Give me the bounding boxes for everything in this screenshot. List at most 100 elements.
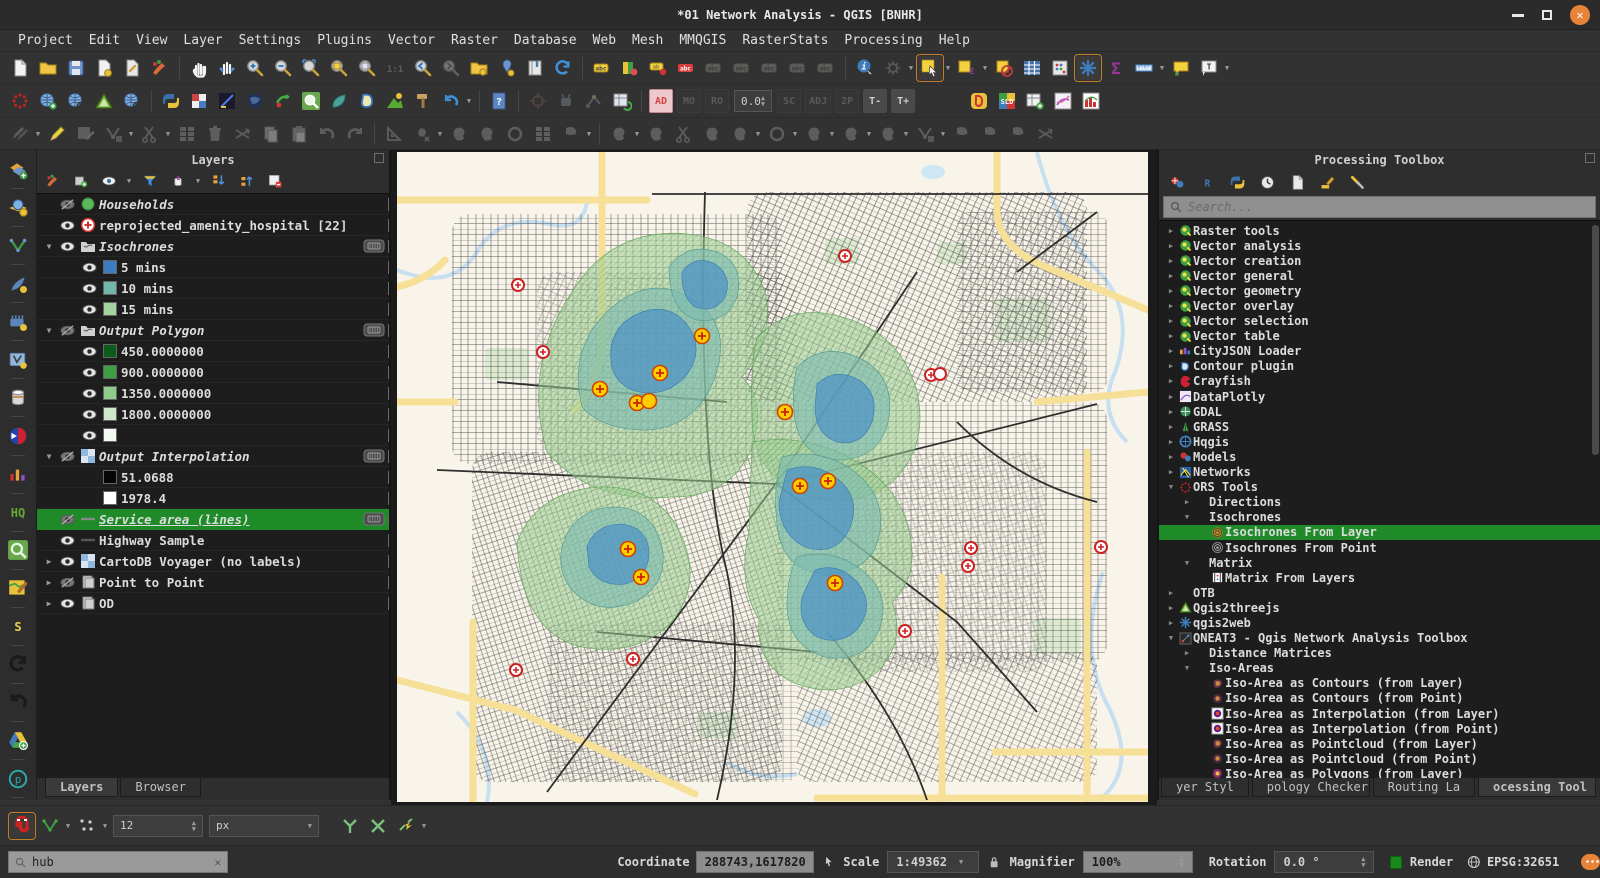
zoom-to-layer-icon[interactable] (355, 56, 379, 80)
snapping-mode-icon[interactable] (38, 814, 62, 838)
menu-help[interactable]: Help (931, 31, 978, 50)
algorithm-cityjson-loader[interactable]: ▶CityJSON Loader (1159, 344, 1600, 359)
split-features-dropdown-arrow[interactable]: ▼ (902, 122, 910, 146)
snapping-mode-dropdown-arrow[interactable]: ▼ (64, 814, 72, 838)
algorithm-vector-overlay[interactable]: ▶Vector overlay (1159, 298, 1600, 313)
expand-arrow[interactable]: ▼ (41, 242, 57, 251)
measure-dropdown-arrow[interactable]: ▼ (1158, 56, 1166, 80)
layer-item-900-0000000[interactable]: 900.0000000 (37, 362, 389, 383)
scrollbar[interactable] (1592, 225, 1599, 455)
visibility-checkbox[interactable] (57, 324, 77, 337)
highlight-labels-icon[interactable]: abc (674, 56, 698, 80)
expand-arrow[interactable]: ▼ (41, 326, 57, 335)
s-plugin-icon[interactable]: S (4, 613, 32, 640)
expand-arrow[interactable]: ▶ (1165, 317, 1177, 325)
python-console-icon[interactable] (159, 89, 183, 113)
manage-map-themes-icon[interactable] (99, 171, 119, 191)
zoom-out-icon[interactable] (271, 56, 295, 80)
add-web-layer-icon[interactable] (36, 89, 60, 113)
expand-arrow[interactable]: ▶ (41, 599, 57, 608)
history-icon[interactable] (1257, 172, 1277, 192)
statistical-summary-icon[interactable]: Σ (1104, 56, 1128, 80)
collapse-all-icon[interactable] (237, 171, 257, 191)
algorithm-isochrones-from-layer[interactable]: Isochrones From Layer (1159, 525, 1600, 540)
map-canvas[interactable] (397, 152, 1148, 802)
visibility-checkbox[interactable] (57, 534, 77, 547)
r-scripts-button[interactable]: R (1197, 172, 1217, 192)
hqgis-plugin-icon[interactable]: HQ (4, 499, 32, 526)
algorithm-iso-area-as-polygons-from-layer-[interactable]: Iso-Area as Polygons (from Layer) (1159, 766, 1600, 778)
layer-item-1978-4[interactable]: 1978.4 (37, 488, 389, 509)
menu-raster[interactable]: Raster (443, 31, 506, 50)
field-calculator-icon[interactable] (1048, 56, 1072, 80)
select-by-expression-dropdown-arrow[interactable]: ▼ (981, 56, 989, 80)
expand-arrow[interactable]: ▼ (1181, 664, 1193, 672)
algorithm-iso-area-as-pointcloud-from-point-[interactable]: Iso-Area as Pointcloud (from Point) (1159, 751, 1600, 766)
visibility-checkbox[interactable] (57, 240, 77, 253)
layer-item-isochrones[interactable]: ▼Isochrones (37, 236, 389, 257)
filter-legend-icon[interactable] (140, 171, 160, 191)
expand-arrow[interactable]: ▼ (1165, 634, 1177, 642)
algorithm-dataplotly[interactable]: ▶DataPlotly (1159, 389, 1600, 404)
refresh-map-icon[interactable] (551, 56, 575, 80)
layer-item-10-mins[interactable]: 10 mins (37, 278, 389, 299)
layer-item-1800-0000000[interactable]: 1800.0000000 (37, 404, 389, 425)
magnifier-spinbox[interactable]: 100%▲▼ (1083, 851, 1193, 873)
visibility-checkbox[interactable] (79, 387, 99, 400)
self-snapping-icon[interactable] (394, 814, 418, 838)
qgis2threejs-icon[interactable] (92, 89, 116, 113)
undo-geometry-dropdown-arrow[interactable]: ▼ (465, 89, 473, 113)
crs-status[interactable]: EPSG:32651 (1487, 855, 1559, 869)
open-attribute-table-icon[interactable] (1020, 56, 1044, 80)
text-annotation-dropdown-arrow[interactable]: ▼ (1223, 56, 1231, 80)
menu-view[interactable]: View (128, 31, 175, 50)
layer-item-51-0688[interactable]: 51.0688 (37, 467, 389, 488)
layer-item-blank[interactable] (37, 425, 389, 446)
help-contents-icon[interactable]: ? (487, 89, 511, 113)
algorithm-vector-creation[interactable]: ▶Vector creation (1159, 253, 1600, 268)
project-properties-icon[interactable] (120, 56, 144, 80)
menu-layer[interactable]: Layer (175, 31, 230, 50)
zoom-full-icon[interactable] (299, 56, 323, 80)
expand-arrow[interactable]: ▼ (1181, 559, 1193, 567)
coordinate-input[interactable]: 288743,1617820 (696, 851, 814, 873)
expand-all-icon[interactable] (209, 171, 229, 191)
shape-digitize-dropdown-arrow[interactable]: ▼ (585, 122, 593, 146)
menu-web[interactable]: Web (585, 31, 624, 50)
new-bookmark-icon[interactable] (467, 56, 491, 80)
dock-tab-pology-checker-pa[interactable]: pology Checker Pa (1252, 778, 1370, 797)
contour-tool-icon[interactable] (355, 89, 379, 113)
options-icon[interactable] (1347, 172, 1367, 192)
locator-search-input[interactable]: hub ✕ (8, 851, 228, 873)
cad-angle-spin[interactable]: 0.0▲▼ (734, 90, 772, 112)
lock-scale-icon[interactable] (989, 855, 999, 870)
algorithm-iso-area-as-pointcloud-from-layer-[interactable]: Iso-Area as Pointcloud (from Layer) (1159, 736, 1600, 751)
layer-item-od[interactable]: ▶OD (37, 593, 389, 614)
add-virtual-layer-icon[interactable] (4, 346, 32, 373)
cad-enable-button[interactable]: AD (649, 89, 673, 113)
models-menu-icon[interactable] (1167, 172, 1187, 192)
quickmapservices-icon[interactable] (327, 89, 351, 113)
filter-by-expression-icon[interactable]: ε (168, 171, 188, 191)
build-tool-icon[interactable] (411, 89, 435, 113)
expand-arrow[interactable]: ▼ (1181, 513, 1193, 521)
expand-arrow[interactable]: ▶ (1165, 438, 1177, 446)
osm-search-plugin-icon[interactable] (4, 537, 32, 564)
snap-units-combo[interactable]: px▼ (209, 815, 319, 837)
select-features-icon[interactable] (918, 56, 942, 80)
histogram-tool-icon[interactable] (1079, 89, 1103, 113)
algorithm-gdal[interactable]: ▶GDAL (1159, 404, 1600, 419)
add-mssql-layer-icon[interactable] (4, 308, 32, 335)
visibility-checkbox[interactable] (79, 366, 99, 379)
run-feature-action-dropdown-arrow[interactable]: ▼ (907, 56, 915, 80)
zoom-to-selection-icon[interactable] (327, 56, 351, 80)
expand-arrow[interactable]: ▶ (1165, 332, 1177, 340)
undo-plugin-icon[interactable] (4, 689, 32, 716)
clear-search-icon[interactable]: ✕ (215, 856, 222, 869)
contour-plugin-icon[interactable] (967, 89, 991, 113)
bookmark-manager-icon[interactable] (523, 56, 547, 80)
expand-arrow[interactable]: ▶ (1181, 649, 1193, 657)
layer-item-output-interpolation[interactable]: ▼Output Interpolation (37, 446, 389, 467)
visibility-checkbox[interactable] (79, 408, 99, 421)
algorithm-raster-tools[interactable]: ▶Raster tools (1159, 223, 1600, 238)
